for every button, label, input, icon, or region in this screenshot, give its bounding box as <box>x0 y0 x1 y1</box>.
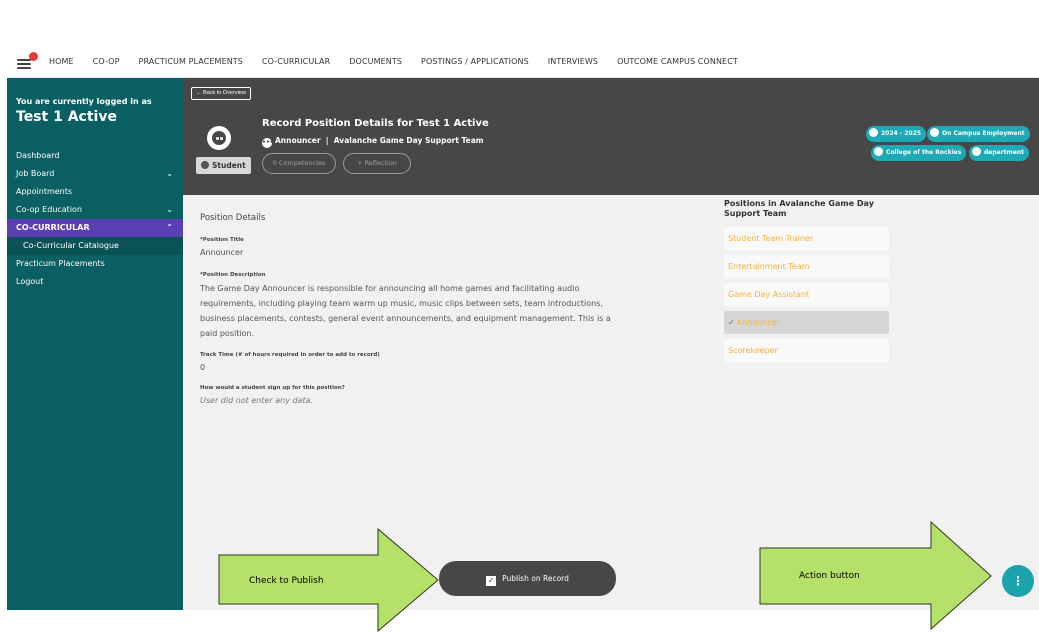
user-name: Test 1 Active <box>16 109 117 125</box>
sidebar-item-label: Job Board <box>16 169 55 178</box>
sidebar-item-co-curricular-catalogue[interactable]: Co-Curricular Catalogue <box>7 237 183 255</box>
sidebar-item-label: Practicum Placements <box>16 259 105 268</box>
sidebar-item-practicum-placements[interactable]: Practicum Placements <box>7 255 183 273</box>
sidebar-item-dashboard[interactable]: Dashboard <box>7 147 183 165</box>
position-link-game-day-assistant[interactable]: Game Day Assistant <box>724 283 889 306</box>
track-time-value: 0 <box>200 363 206 372</box>
tag-organization: College of the Rockies <box>871 145 967 161</box>
nav-outcome-campus-connect[interactable]: OUTCOME CAMPUS CONNECT <box>617 57 738 66</box>
position-title-label: *Position Title <box>200 237 244 243</box>
section-title: Position Details <box>200 213 266 223</box>
sidebar-item-appointments[interactable]: Appointments <box>7 183 183 201</box>
position-link-label: Announcer <box>736 318 780 327</box>
sidebar-item-label: Logout <box>16 277 44 286</box>
back-to-overview-button[interactable]: ← Back to Overview <box>191 87 251 100</box>
tag-label: department <box>984 149 1024 156</box>
tag-label: 2024 - 2025 <box>881 130 922 137</box>
sidebar-item-co-op-education[interactable]: Co-op Education ⌄ <box>7 201 183 219</box>
position-link-student-team-trainer[interactable]: Student Team Trainer <box>724 227 889 250</box>
chevron-down-icon: ⌄ <box>166 169 173 178</box>
signup-label: How would a student sign up for this pos… <box>200 385 345 391</box>
tag-label: On Campus Employment <box>942 130 1025 137</box>
sidebar-item-label: Co-op Education <box>16 205 83 214</box>
signup-value: User did not enter any data. <box>200 396 314 405</box>
position-title-value: Announcer <box>200 248 244 257</box>
position-details-panel: Position Details *Position Title Announc… <box>183 195 1039 610</box>
nav-co-curricular[interactable]: CO-CURRICULAR <box>262 57 330 66</box>
nav-interviews[interactable]: INTERVIEWS <box>548 57 598 66</box>
sidebar-item-co-curricular[interactable]: CO-CURRICULAR ⌃ <box>7 219 183 237</box>
record-header: ← Back to Overview Student Record Positi… <box>183 78 1039 195</box>
tag-department: department <box>969 145 1029 161</box>
page: HOME CO-OP PRACTICUM PLACEMENTS CO-CURRI… <box>0 0 1039 633</box>
publish-on-record-toggle[interactable]: ✓ Publish on Record <box>439 561 616 596</box>
chevron-up-icon: ⌃ <box>166 223 173 232</box>
checkbox-checked-icon[interactable]: ✓ <box>486 576 497 586</box>
checkmark-icon: ✓ <box>728 318 735 327</box>
position-subtitle: •••Announcer | Avalanche Game Day Suppor… <box>262 136 484 148</box>
position-description-value: The Game Day Announcer is responsible fo… <box>200 284 611 338</box>
more-dots-icon: ••• <box>262 138 274 148</box>
position-description-label: *Position Description <box>200 272 266 278</box>
competencies-button[interactable]: 0 Competencies <box>262 153 336 174</box>
sidebar-item-job-board[interactable]: Job Board ⌄ <box>7 165 183 183</box>
subtitle-separator: | <box>325 136 329 145</box>
nav-home[interactable]: HOME <box>49 57 74 66</box>
sidebar-item-label: Co-Curricular Catalogue <box>23 241 119 250</box>
chevron-down-icon: ⌄ <box>166 205 173 214</box>
tag-dot-icon <box>874 147 883 156</box>
tag-dot-icon <box>930 128 939 137</box>
logged-in-label: You are currently logged in as <box>16 97 152 106</box>
avatar <box>207 126 231 150</box>
nav-postings-applications[interactable]: POSTINGS / APPLICATIONS <box>421 57 529 66</box>
student-badge-label: Student <box>212 161 246 170</box>
publish-label: Publish on Record <box>502 574 569 583</box>
sidebar-item-label: CO-CURRICULAR <box>16 223 90 232</box>
team-name: Avalanche Game Day Support Team <box>333 136 484 145</box>
positions-heading: Positions in Avalanche Game Day Support … <box>724 199 874 218</box>
sidebar-item-label: Appointments <box>16 187 73 196</box>
nav-practicum-placements[interactable]: PRACTICUM PLACEMENTS <box>139 57 243 66</box>
top-nav: HOME CO-OP PRACTICUM PLACEMENTS CO-CURRI… <box>7 46 1039 78</box>
annotation-label-action: Action button <box>799 571 860 581</box>
sidebar-item-logout[interactable]: Logout <box>7 273 183 291</box>
notification-dot-icon <box>29 51 38 61</box>
position-link-entertainment-team[interactable]: Entertainment Team <box>724 255 889 278</box>
reflection-button[interactable]: + Reflection <box>343 153 411 174</box>
sidebar: You are currently logged in as Test 1 Ac… <box>7 78 183 610</box>
tag-category: On Campus Employment <box>927 126 1030 142</box>
action-menu-button[interactable]: ⋮ <box>1002 565 1034 597</box>
annotation-label-publish: Check to Publish <box>249 576 324 586</box>
position-link-announcer[interactable]: ✓ Announcer <box>724 311 889 334</box>
menu-icon[interactable] <box>15 50 39 74</box>
position-name: Announcer <box>275 136 321 145</box>
nav-co-op[interactable]: CO-OP <box>93 57 120 66</box>
page-title: Record Position Details for Test 1 Activ… <box>262 118 489 129</box>
tag-term: 2024 - 2025 <box>866 126 927 142</box>
nav-documents[interactable]: DOCUMENTS <box>349 57 402 66</box>
sidebar-item-label: Dashboard <box>16 151 60 160</box>
tag-dot-icon <box>972 147 981 156</box>
position-link-scorekeeper[interactable]: Scorekeeper <box>724 339 889 362</box>
student-badge: Student <box>196 157 251 174</box>
user-icon <box>201 161 209 169</box>
tag-label: College of the Rockies <box>886 149 962 156</box>
tag-dot-icon <box>869 128 878 137</box>
track-time-label: Track Time (# of hours required in order… <box>200 352 380 358</box>
